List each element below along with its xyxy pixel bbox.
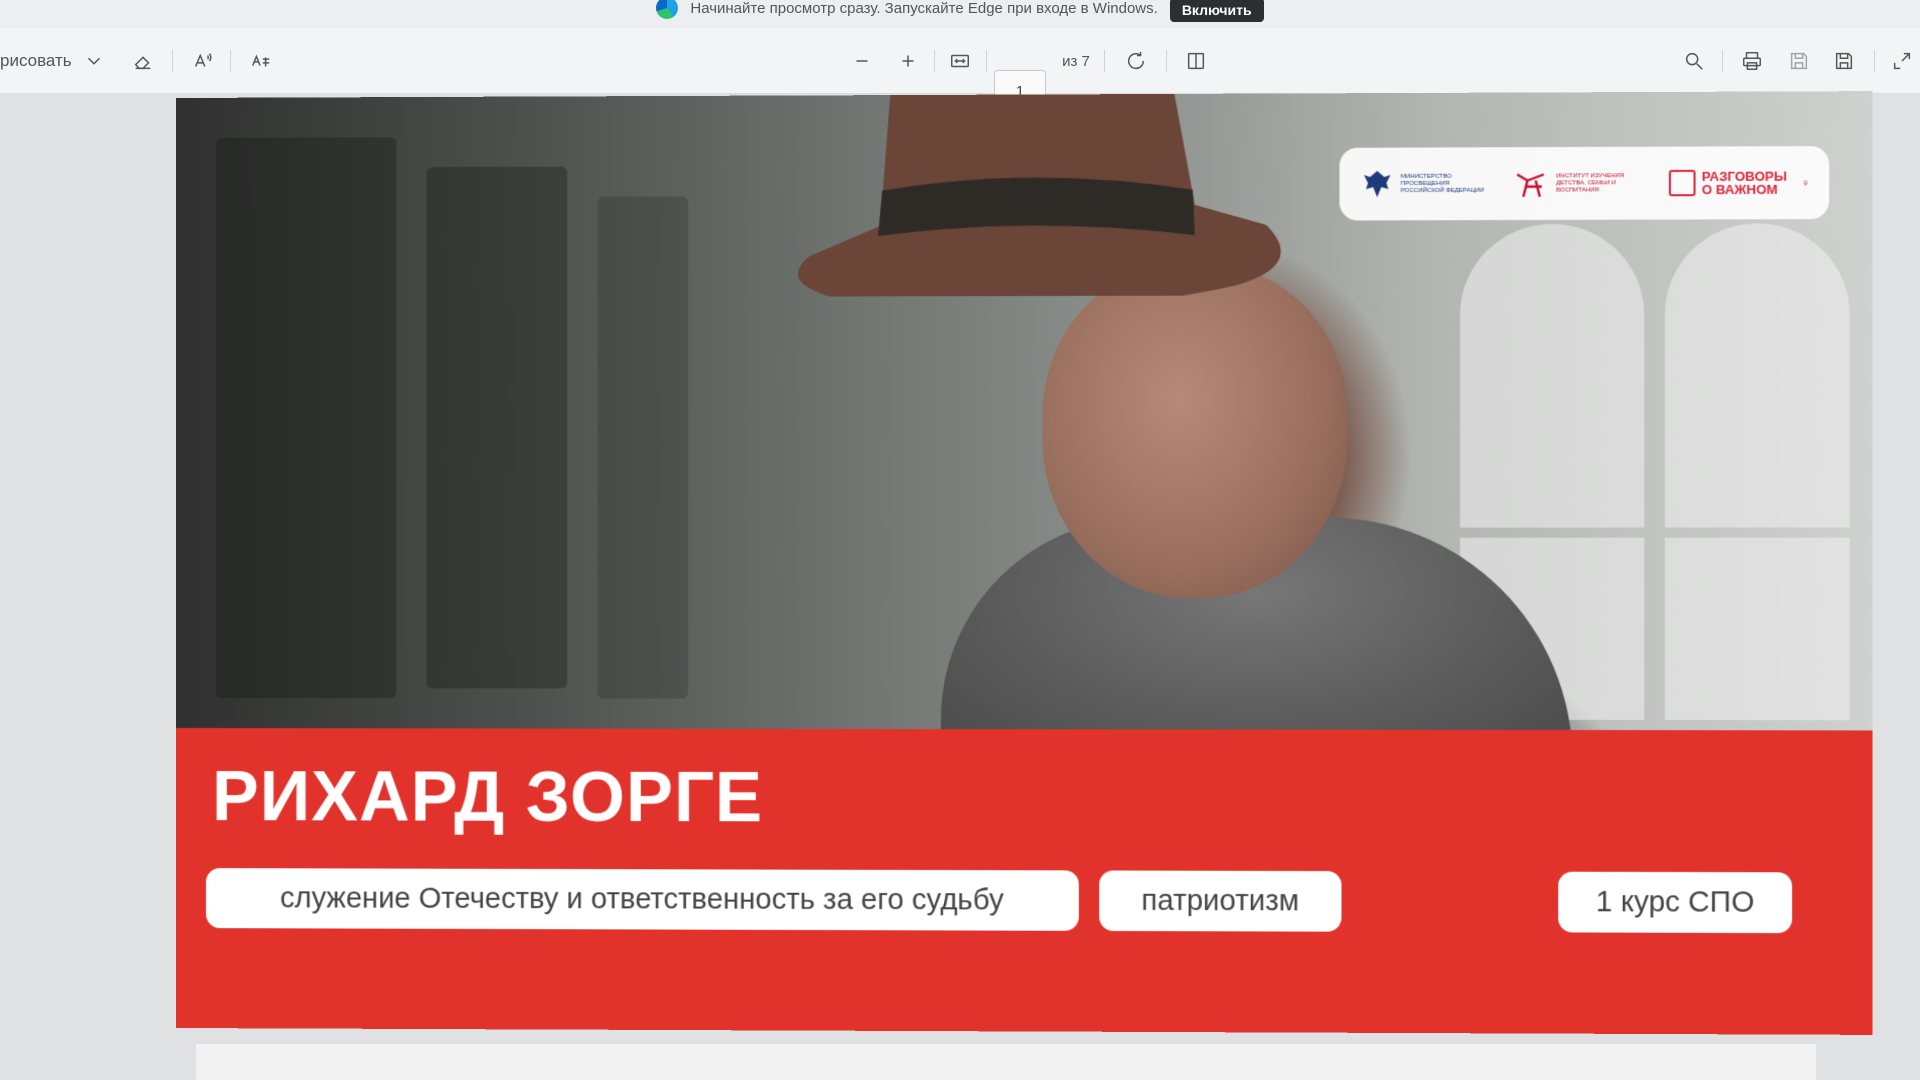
zoom-in-icon[interactable] [896, 48, 920, 74]
course-badge: 1 курс СПО [1558, 871, 1793, 934]
rotate-icon[interactable] [1122, 48, 1150, 74]
page-view-icon[interactable] [1182, 48, 1210, 74]
razgovory-logo-text: РАЗГОВОРЫ О ВАЖНОМ [1701, 168, 1787, 198]
razgovory-square-icon [1668, 169, 1696, 197]
save-as-icon[interactable] [1830, 48, 1858, 74]
page-total: из 7 [1062, 52, 1090, 70]
document-title: РИХАРД ЗОРГЕ [212, 757, 764, 837]
zoom-out-icon[interactable] [850, 48, 874, 74]
search-icon[interactable] [1680, 48, 1708, 74]
fit-width-icon[interactable] [946, 48, 974, 74]
eraser-icon[interactable] [130, 48, 156, 74]
anniversary-emblem-icon [1802, 159, 1808, 206]
eagle-emblem-icon [1363, 170, 1391, 198]
notification-message: Начинайте просмотр сразу. Запускайте Edg… [690, 0, 1158, 17]
pdf-toolbar: рисовать 1 из 7 [0, 28, 1920, 112]
tag-service: служение Отечеству и ответственность за … [206, 868, 1079, 931]
ministry-logo-text: МИНИСТЕРСТВО ПРОСВЕЩЕНИЯ РОССИЙСКОЙ ФЕДЕ… [1400, 173, 1485, 194]
ministry-logo: МИНИСТЕРСТВО ПРОСВЕЩЕНИЯ РОССИЙСКОЙ ФЕДЕ… [1360, 166, 1495, 201]
institute-logo-text: институт изучения детства, семьи и воспи… [1556, 172, 1624, 194]
hat-shape [797, 93, 1281, 297]
razgovory-logo: РАЗГОВОРЫ О ВАЖНОМ [1668, 168, 1787, 198]
portrait-photo: МИНИСТЕРСТВО ПРОСВЕЩЕНИЯ РОССИЙСКОЙ ФЕДЕ… [176, 91, 1873, 761]
title-banner: РИХАРД ЗОРГЕ служение Отечеству и ответс… [176, 728, 1873, 1035]
print-icon[interactable] [1738, 48, 1766, 74]
face-shape [1042, 264, 1348, 599]
institute-logo: институт изучения детства, семьи и воспи… [1513, 166, 1650, 201]
logos-panel: МИНИСТЕРСТВО ПРОСВЕЩЕНИЯ РОССИЙСКОЙ ФЕДЕ… [1339, 146, 1830, 221]
tag-patriotism: патриотизм [1099, 870, 1342, 932]
edge-notification-bar: Начинайте просмотр сразу. Запускайте Edg… [0, 0, 1920, 28]
enable-button[interactable]: Включить [1169, 0, 1264, 22]
read-aloud-icon[interactable] [190, 48, 216, 74]
chevron-down-icon[interactable] [82, 48, 106, 74]
draw-button[interactable]: рисовать [0, 48, 80, 74]
translate-icon[interactable] [246, 48, 276, 74]
save-icon[interactable] [1785, 48, 1813, 74]
fullscreen-icon[interactable] [1888, 48, 1916, 74]
document-page: МИНИСТЕРСТВО ПРОСВЕЩЕНИЯ РОССИЙСКОЙ ФЕДЕ… [176, 91, 1873, 1035]
draw-label: рисовать [0, 51, 72, 70]
next-page [196, 1044, 1816, 1080]
institute-emblem-icon [1513, 166, 1550, 201]
edge-logo-icon [656, 0, 679, 19]
